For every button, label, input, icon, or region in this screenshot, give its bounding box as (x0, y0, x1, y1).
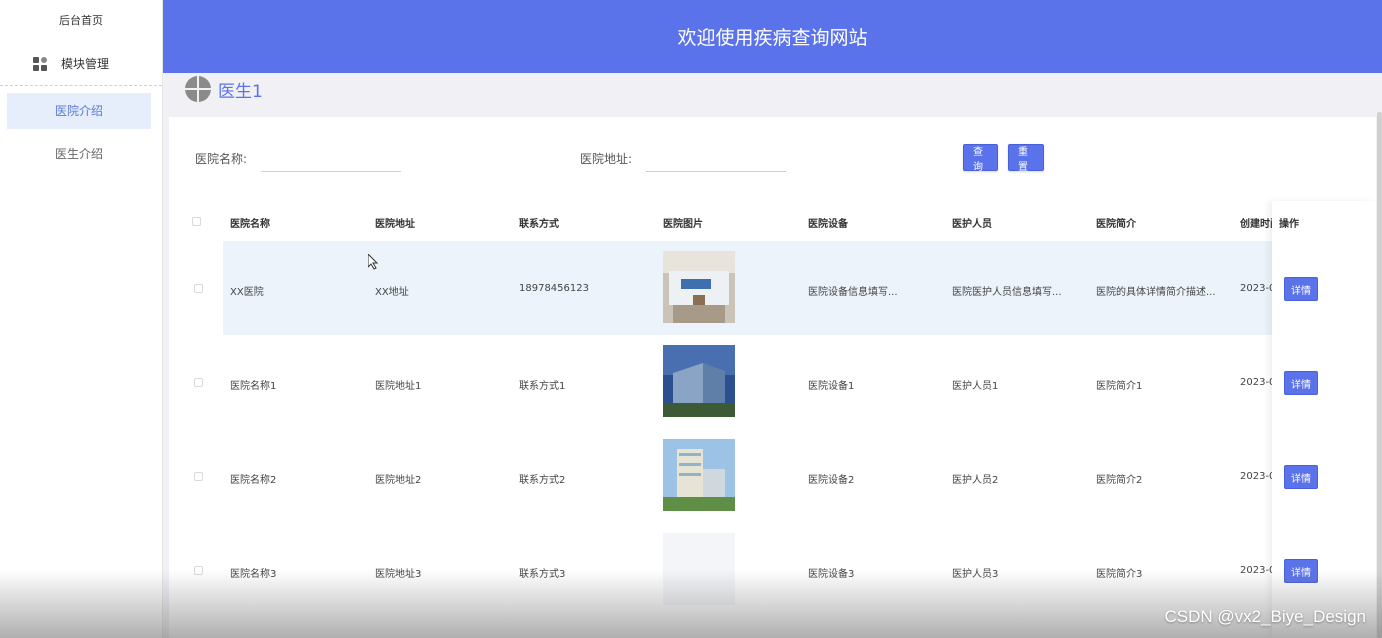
cell-staff: 医护人员3 (952, 569, 999, 580)
cell-equipment: 医院设备信息填写... (808, 287, 898, 298)
fixed-action-column: 操作 详情 详情 详情 详情 (1272, 201, 1376, 638)
cell-staff: 医护人员1 (952, 381, 999, 392)
col-header-image: 医院图片 (663, 219, 703, 230)
cell-staff: 医护人员2 (952, 475, 999, 486)
row-checkbox[interactable] (194, 284, 203, 293)
top-header: 欢迎使用疾病查询网站 (163, 0, 1382, 73)
sidebar-item-hospital-intro[interactable]: 医院介绍 (7, 93, 151, 129)
breadcrumb: 医生1 (185, 76, 263, 102)
cell-equipment: 医院设备3 (808, 569, 855, 580)
reset-button[interactable]: 重置 (1008, 144, 1044, 173)
detail-button[interactable]: 详情 (1284, 465, 1318, 489)
col-header-equipment: 医院设备 (808, 219, 848, 230)
hospital-address-input[interactable] (646, 150, 786, 172)
select-all-checkbox[interactable] (192, 217, 201, 226)
table-row[interactable]: 医院名称3 医院地址3 联系方式3 医院设备3 医护人员3 医院简介3 2023… (169, 523, 1376, 617)
cell-contact: 联系方式3 (519, 569, 566, 580)
cell-created: 2023-0 (1240, 377, 1276, 388)
detail-button[interactable]: 详情 (1284, 371, 1318, 395)
cell-contact: 联系方式2 (519, 475, 566, 486)
col-header-staff: 医护人员 (952, 219, 992, 230)
sidebar-module-management[interactable]: 模块管理 (0, 42, 162, 86)
cell-name: 医院名称2 (230, 475, 277, 486)
cell-contact: 18978456123 (519, 283, 589, 294)
col-header-created: 创建时间 (1240, 219, 1272, 230)
hospital-name-input[interactable] (261, 150, 401, 172)
user-avatar-icon (185, 76, 211, 102)
sidebar-home-link[interactable]: 后台首页 (0, 0, 162, 42)
cell-address: XX地址 (375, 287, 409, 298)
cell-contact: 联系方式1 (519, 381, 566, 392)
hospital-address-label: 医院地址: (580, 152, 633, 166)
cell-address: 医院地址3 (375, 569, 422, 580)
row-checkbox[interactable] (194, 378, 203, 387)
table-header: 医院名称 医院地址 联系方式 医院图片 医院设备 医护人员 医院简介 创建时间 (169, 201, 1376, 241)
hospital-image-placeholder[interactable] (663, 533, 735, 605)
col-header-contact: 联系方式 (519, 219, 559, 230)
site-title: 欢迎使用疾病查询网站 (677, 27, 868, 49)
cell-intro: 医院的具体详情简介描述... (1096, 287, 1216, 298)
table-row[interactable]: 医院名称2 医院地址2 联系方式2 医院设备2 医护人员2 医院简介2 2023… (169, 429, 1376, 523)
hospital-image-lobby[interactable] (663, 251, 735, 323)
sidebar: 后台首页 模块管理 医院介绍 医生介绍 (0, 0, 163, 638)
cell-name: 医院名称3 (230, 569, 277, 580)
watermark: CSDN @vx2_Biye_Design (1164, 607, 1366, 626)
content-panel: 医院名称: 医院地址: 查询 重置 医院名称 医院地址 联系方式 医院图片 医院… (169, 117, 1376, 638)
col-header-address: 医院地址 (375, 219, 415, 230)
cell-name: XX医院 (230, 287, 264, 298)
col-header-intro: 医院简介 (1096, 219, 1136, 230)
cell-intro: 医院简介1 (1096, 381, 1143, 392)
cell-intro: 医院简介2 (1096, 475, 1143, 486)
hospital-image-building[interactable] (663, 345, 735, 417)
detail-button[interactable]: 详情 (1284, 277, 1318, 301)
cell-address: 医院地址2 (375, 475, 422, 486)
cell-created: 2023-0 (1240, 565, 1276, 576)
cell-created: 2023-0 (1240, 471, 1276, 482)
row-checkbox[interactable] (194, 472, 203, 481)
page-scrollbar[interactable] (1377, 112, 1382, 638)
row-checkbox[interactable] (194, 566, 203, 575)
cell-equipment: 医院设备1 (808, 381, 855, 392)
cell-address: 医院地址1 (375, 381, 422, 392)
col-header-action: 操作 (1279, 219, 1299, 230)
table-row[interactable]: XX医院 XX地址 18978456123 医院设备信息填写... 医院医护人员… (169, 241, 1376, 335)
table-row[interactable]: 医院名称1 医院地址1 联系方式1 医院设备1 医护人员1 医院简介1 2023… (169, 335, 1376, 429)
query-button[interactable]: 查询 (963, 144, 998, 173)
cell-name: 医院名称1 (230, 381, 277, 392)
cell-staff: 医院医护人员信息填写... (952, 287, 1062, 298)
col-header-name: 医院名称 (230, 219, 270, 230)
hospital-name-label: 医院名称: (195, 152, 248, 166)
sidebar-item-doctor-intro[interactable]: 医生介绍 (7, 136, 151, 172)
breadcrumb-user-label: 医生1 (218, 81, 263, 102)
hospital-image-tower[interactable] (663, 439, 735, 511)
cell-intro: 医院简介3 (1096, 569, 1143, 580)
cell-created: 2023-0 (1240, 283, 1276, 294)
sidebar-module-label: 模块管理 (61, 57, 110, 71)
detail-button[interactable]: 详情 (1284, 559, 1318, 583)
module-grid-icon (33, 56, 47, 71)
cell-equipment: 医院设备2 (808, 475, 855, 486)
